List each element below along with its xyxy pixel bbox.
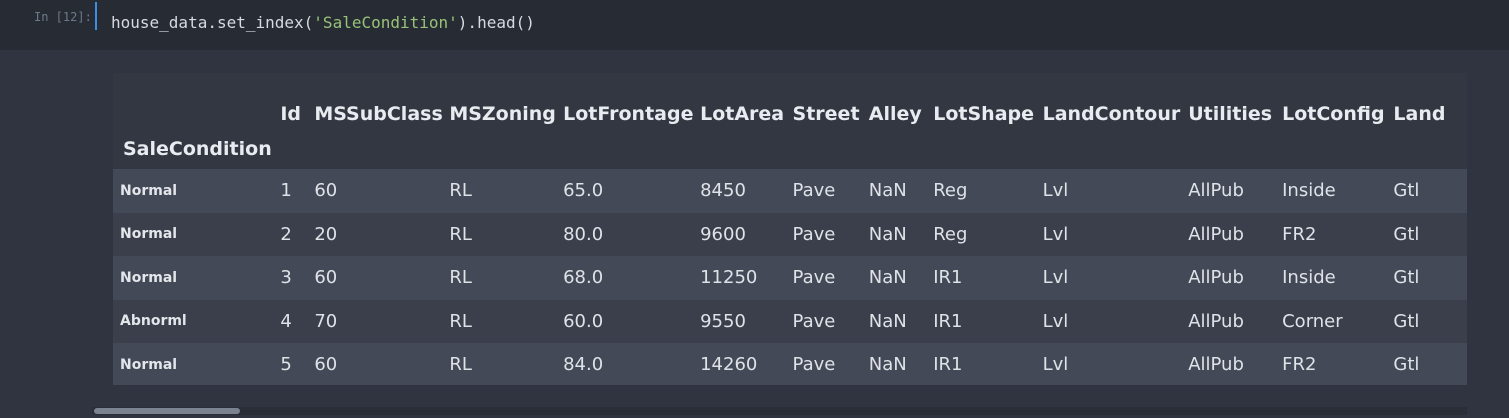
table-cell: 9550: [700, 310, 746, 332]
table-cell: NaN: [868, 310, 907, 332]
table-cell: NaN: [868, 223, 907, 245]
code-cell-input[interactable]: In [12]: house_data.set_index('SaleCondi…: [0, 0, 1509, 50]
table-cell: 3: [280, 267, 292, 289]
input-prompt: In [12]:: [34, 10, 92, 24]
table-cell: Lvl: [1042, 180, 1069, 202]
table-cell: NaN: [868, 354, 907, 376]
table-cell: 9600: [700, 223, 746, 245]
column-header: LotConfig: [1282, 103, 1385, 125]
scrollbar-thumb[interactable]: [94, 408, 240, 414]
code-string-literal: 'SaleCondition': [313, 13, 458, 32]
dataframe-output: Id MSSubClass MSZoning LotFrontage LotAr…: [113, 73, 1467, 385]
table-cell: 2: [280, 223, 292, 245]
row-index: Normal: [120, 226, 178, 243]
table-cell: RL: [449, 354, 472, 376]
table-cell: IR1: [933, 267, 963, 289]
column-header: Utilities: [1188, 103, 1273, 125]
cell-selection-bar: [95, 2, 97, 30]
table-cell: Inside: [1282, 267, 1336, 289]
table-cell: IR1: [933, 354, 963, 376]
index-header-spacer: [280, 129, 1467, 169]
table-cell: RL: [449, 267, 472, 289]
row-index: Normal: [120, 182, 178, 199]
table-cell: 11250: [700, 267, 758, 289]
table-cell: Corner: [1282, 310, 1343, 332]
table-cell: Lvl: [1042, 267, 1069, 289]
table-cell: Pave: [792, 354, 836, 376]
header-blank: [113, 73, 280, 129]
column-header: MSZoning: [449, 103, 556, 125]
dataframe-table: Id MSSubClass MSZoning LotFrontage LotAr…: [113, 73, 1467, 385]
column-header-row: Id MSSubClass MSZoning LotFrontage LotAr…: [113, 73, 1467, 129]
table-cell: FR2: [1282, 354, 1317, 376]
column-header: LotShape: [933, 103, 1034, 125]
column-header: Id: [280, 103, 302, 125]
table-cell: 65.0: [563, 180, 604, 202]
table-cell: Pave: [792, 180, 836, 202]
table-row: Normal 5 60 RL 84.0 14260 Pave NaN IR1 L…: [113, 343, 1467, 385]
table-cell: Lvl: [1042, 310, 1069, 332]
table-cell: 68.0: [563, 267, 604, 289]
table-cell: 70: [314, 310, 338, 332]
table-cell: RL: [449, 180, 472, 202]
table-cell: Pave: [792, 310, 836, 332]
table-cell: 5: [280, 354, 292, 376]
table-cell: RL: [449, 223, 472, 245]
table-cell: 60: [314, 180, 338, 202]
table-cell: Reg: [933, 180, 968, 202]
table-cell: Gtl: [1393, 180, 1420, 202]
table-cell: FR2: [1282, 223, 1317, 245]
table-cell: Reg: [933, 223, 968, 245]
table-cell: Gtl: [1393, 223, 1420, 245]
table-cell: Pave: [792, 267, 836, 289]
code-text-after: ).head(): [457, 13, 535, 32]
table-cell: NaN: [868, 180, 907, 202]
column-header: MSSubClass: [314, 103, 443, 125]
table-cell: Gtl: [1393, 354, 1420, 376]
row-index: Normal: [120, 269, 178, 286]
column-header: Alley: [868, 103, 922, 125]
table-cell: AllPub: [1188, 310, 1244, 332]
table-cell: AllPub: [1188, 267, 1244, 289]
table-cell: Inside: [1282, 180, 1336, 202]
table-cell: 14260: [700, 354, 758, 376]
table-cell: 4: [280, 310, 292, 332]
table-cell: 8450: [700, 180, 746, 202]
table-cell: AllPub: [1188, 354, 1244, 376]
table-cell: Gtl: [1393, 267, 1420, 289]
code-editor[interactable]: house_data.set_index('SaleCondition').he…: [111, 13, 535, 32]
table-cell: AllPub: [1188, 223, 1244, 245]
table-cell: 80.0: [563, 223, 604, 245]
table-row: Abnorml 4 70 RL 60.0 9550 Pave NaN IR1 L…: [113, 299, 1467, 343]
column-header: LotArea: [700, 103, 785, 125]
table-cell: IR1: [933, 310, 963, 332]
table-row: Normal 1 60 RL 65.0 8450 Pave NaN Reg Lv…: [113, 169, 1467, 213]
table-cell: 60: [314, 267, 338, 289]
column-header: Street: [792, 103, 860, 125]
table-row: Normal 2 20 RL 80.0 9600 Pave NaN Reg Lv…: [113, 212, 1467, 256]
table-row: Normal 3 60 RL 68.0 11250 Pave NaN IR1 L…: [113, 256, 1467, 300]
table-cell: Lvl: [1042, 223, 1069, 245]
table-cell: AllPub: [1188, 180, 1244, 202]
horizontal-scrollbar[interactable]: [92, 407, 1467, 415]
cell-output-area: Id MSSubClass MSZoning LotFrontage LotAr…: [0, 50, 1509, 418]
table-cell: 20: [314, 223, 338, 245]
column-header: Land: [1393, 103, 1446, 125]
table-cell: 84.0: [563, 354, 604, 376]
index-header-row: SaleCondition: [113, 129, 1467, 169]
table-cell: 60: [314, 354, 338, 376]
table-cell: Lvl: [1042, 354, 1069, 376]
table-cell: 1: [280, 180, 292, 202]
table-cell: 60.0: [563, 310, 604, 332]
column-header: LandContour: [1042, 103, 1181, 125]
row-index: Abnorml: [120, 313, 187, 330]
row-index: Normal: [120, 356, 178, 373]
code-text-before: house_data.set_index(: [111, 13, 314, 32]
column-header: LotFrontage: [563, 103, 694, 125]
table-cell: RL: [449, 310, 472, 332]
table-cell: Gtl: [1393, 310, 1420, 332]
index-name-header: SaleCondition: [123, 138, 272, 160]
table-cell: NaN: [868, 267, 907, 289]
table-cell: Pave: [792, 223, 836, 245]
